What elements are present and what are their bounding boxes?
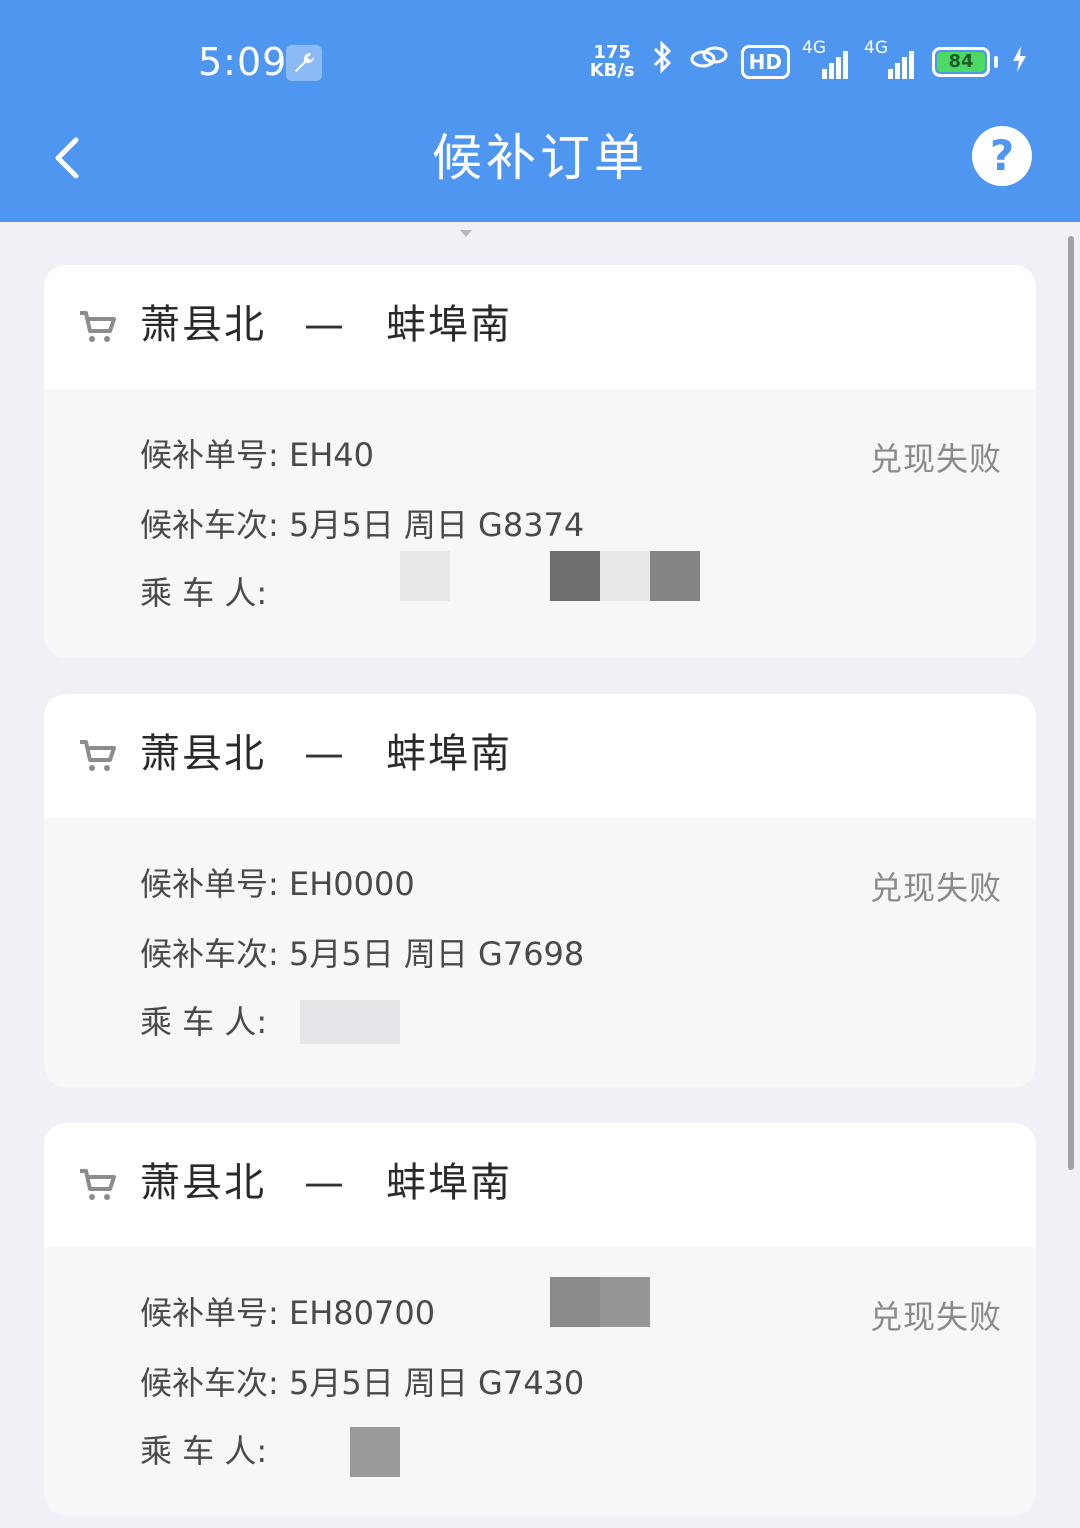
redaction <box>300 1000 400 1044</box>
signal-icon: 4G <box>802 39 852 79</box>
order-list: 萧县北 — 蚌埠南 候补单号: EH40 兑现失败 候补车次: 5月5日 周日 … <box>44 265 1036 1516</box>
departure-station: 萧县北 <box>140 731 266 777</box>
help-button[interactable]: ? <box>972 126 1032 186</box>
card-body: 候补单号: EH40 兑现失败 候补车次: 5月5日 周日 G8374 乘 车 … <box>44 389 1036 658</box>
order-status: 兑现失败 <box>869 869 1002 907</box>
train-info: 5月5日 周日 G7698 <box>288 935 585 973</box>
train-label: 候补车次: <box>140 935 279 973</box>
status-bar: 5:09 175 KB/s HD 4G 4G 84 <box>0 0 1080 110</box>
hotspot-link-icon <box>689 42 729 83</box>
train-row: 候补车次: 5月5日 周日 G7430 <box>140 1361 584 1405</box>
route-dash: — <box>304 302 346 348</box>
redaction <box>600 1277 650 1327</box>
battery-level: 84 <box>937 52 985 72</box>
train-row: 候补车次: 5月5日 周日 G8374 <box>140 503 584 547</box>
order-number-label: 候补单号: <box>140 436 279 474</box>
charging-bolt-icon <box>1010 44 1028 81</box>
route-dash: — <box>304 731 346 777</box>
passenger-row: 乘 车 人: <box>140 1000 267 1044</box>
redaction <box>550 1277 600 1327</box>
page-title: 候补订单 <box>432 129 648 187</box>
app-header: 5:09 175 KB/s HD 4G 4G 84 候补订单 ? <box>0 0 1080 222</box>
signal-icon: 4G <box>864 39 920 79</box>
net-speed: 175 KB/s <box>589 42 635 81</box>
order-number: EH40 <box>288 436 374 474</box>
redaction <box>550 551 600 601</box>
redaction <box>600 551 650 601</box>
redaction <box>350 1427 400 1477</box>
order-number-row: 候补单号: EH0000 <box>140 862 415 906</box>
route: 萧县北 — 蚌埠南 <box>140 724 512 784</box>
cart-icon <box>80 1169 116 1200</box>
redaction <box>650 551 700 601</box>
passenger-label: 乘 车 人: <box>140 1432 268 1470</box>
route: 萧县北 — 蚌埠南 <box>140 295 512 355</box>
order-status: 兑现失败 <box>869 1298 1002 1336</box>
route: 萧县北 — 蚌埠南 <box>140 1153 512 1213</box>
order-status: 兑现失败 <box>869 440 1002 478</box>
order-number: EH0000 <box>288 865 415 903</box>
train-label: 候补车次: <box>140 1364 279 1402</box>
nav-bar: 候补订单 ? <box>0 110 1080 222</box>
order-number-row: 候补单号: EH40 <box>140 433 374 477</box>
card-header: 萧县北 — 蚌埠南 <box>44 694 1036 818</box>
hd-voice-badge: HD <box>740 45 790 79</box>
order-number-label: 候补单号: <box>140 865 279 903</box>
battery-icon: 84 <box>932 47 998 77</box>
card-body: 候补单号: EH0000 兑现失败 候补车次: 5月5日 周日 G7698 乘 … <box>44 818 1036 1087</box>
arrival-station: 蚌埠南 <box>386 1160 512 1206</box>
status-icons: 175 KB/s HD 4G 4G 84 <box>589 39 1028 83</box>
order-number-label: 候补单号: <box>140 1294 279 1332</box>
train-info: 5月5日 周日 G8374 <box>288 506 585 544</box>
order-card[interactable]: 萧县北 — 蚌埠南 候补单号: EH80700 兑现失败 候补车次: 5月5日 … <box>44 1123 1036 1516</box>
train-row: 候补车次: 5月5日 周日 G7698 <box>140 932 584 976</box>
order-number: EH80700 <box>288 1294 436 1332</box>
passenger-label: 乘 车 人: <box>140 1003 268 1041</box>
route-dash: — <box>304 1160 346 1206</box>
status-time: 5:09 <box>198 40 288 84</box>
order-number-row: 候补单号: EH80700 <box>140 1291 435 1335</box>
redaction <box>400 551 450 601</box>
order-card[interactable]: 萧县北 — 蚌埠南 候补单号: EH40 兑现失败 候补车次: 5月5日 周日 … <box>44 265 1036 658</box>
arrival-station: 蚌埠南 <box>386 302 512 348</box>
pull-indicator <box>460 230 472 237</box>
passenger-row: 乘 车 人: <box>140 571 267 615</box>
train-info: 5月5日 周日 G7430 <box>288 1364 585 1402</box>
departure-station: 萧县北 <box>140 302 266 348</box>
arrival-station: 蚌埠南 <box>386 731 512 777</box>
departure-station: 萧县北 <box>140 1160 266 1206</box>
scrollbar[interactable] <box>1068 236 1074 1170</box>
cart-icon <box>80 311 116 342</box>
card-body: 候补单号: EH80700 兑现失败 候补车次: 5月5日 周日 G7430 乘… <box>44 1247 1036 1516</box>
bluetooth-icon <box>647 39 677 86</box>
passenger-label: 乘 车 人: <box>140 574 268 612</box>
card-header: 萧县北 — 蚌埠南 <box>44 265 1036 389</box>
order-card[interactable]: 萧县北 — 蚌埠南 候补单号: EH0000 兑现失败 候补车次: 5月5日 周… <box>44 694 1036 1087</box>
card-header: 萧县北 — 蚌埠南 <box>44 1123 1036 1247</box>
cart-icon <box>80 740 116 771</box>
train-label: 候补车次: <box>140 506 279 544</box>
passenger-row: 乘 车 人: <box>140 1429 267 1473</box>
wrench-icon <box>286 45 322 81</box>
